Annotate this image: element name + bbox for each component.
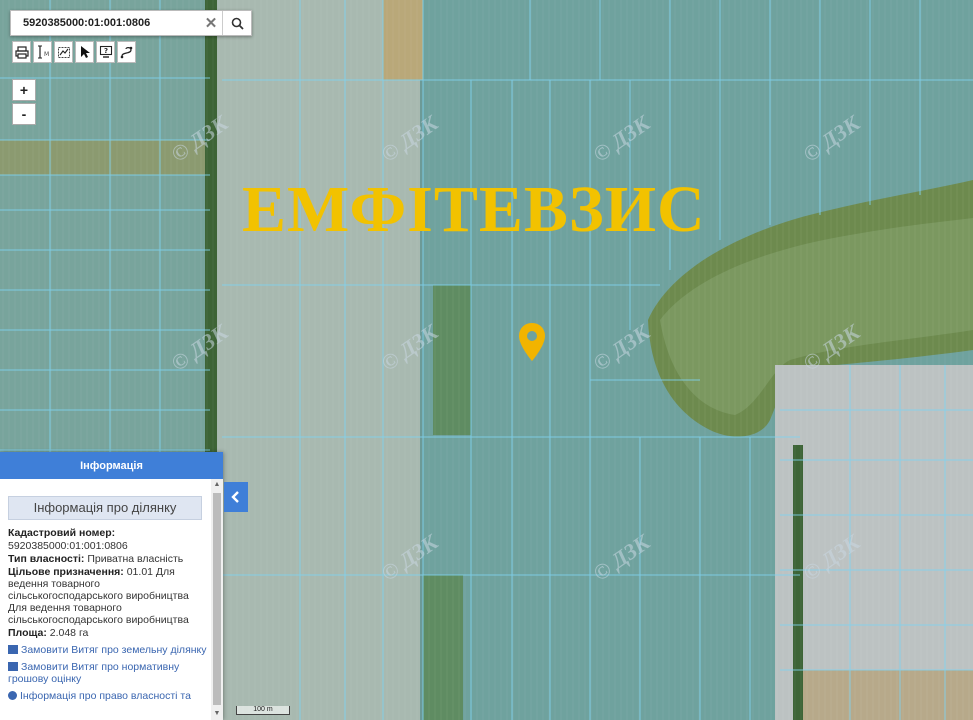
- scroll-up-arrow[interactable]: ▲: [211, 479, 223, 491]
- zoom-in-button[interactable]: +: [12, 79, 36, 101]
- ownership-value: Приватна власність: [87, 553, 184, 565]
- document-icon: [8, 645, 18, 654]
- pointer-icon: [80, 46, 90, 58]
- location-pin-icon[interactable]: [518, 322, 546, 362]
- search-button[interactable]: [222, 11, 251, 35]
- cadastral-value: 5920385000:01:001:0806: [8, 540, 128, 552]
- map-toolbar: M ?: [12, 41, 136, 63]
- document-icon: [8, 662, 18, 671]
- svg-text:?: ?: [104, 47, 108, 55]
- pointer-button[interactable]: [75, 41, 94, 63]
- section-title: Інформація про ділянку: [8, 496, 202, 520]
- ownership-row: Тип власності: Приватна власність: [8, 553, 210, 565]
- info-panel: Інформація Інформація про ділянку Кадаст…: [0, 452, 223, 720]
- info-circle-icon: [8, 691, 17, 700]
- scroll-down-arrow[interactable]: ▼: [211, 708, 223, 720]
- select-area-button[interactable]: [54, 41, 73, 63]
- area-row: Площа: 2.048 га: [8, 627, 210, 639]
- purpose-row: Цільове призначення: 01.01 Для ведення т…: [8, 566, 210, 626]
- panel-header: Інформація: [0, 452, 223, 479]
- svg-text:M: M: [44, 51, 49, 58]
- select-area-icon: [57, 47, 70, 58]
- banner-title: ЕМФІТЕВЗИС: [242, 173, 706, 246]
- zoom-out-button[interactable]: -: [12, 103, 36, 125]
- info-button[interactable]: ?: [96, 41, 115, 63]
- ownership-info-link[interactable]: Інформація про право власності та: [8, 690, 210, 702]
- area-label: Площа:: [8, 627, 47, 639]
- cadastral-label: Кадастровий номер:: [8, 527, 116, 539]
- ownership-label: Тип власності:: [8, 553, 85, 565]
- order-valuation-label: Замовити Витяг про нормативну грошову оц…: [8, 661, 180, 685]
- print-icon: [14, 45, 29, 59]
- ownership-info-label: Інформація про право власності та: [20, 690, 191, 702]
- order-extract-link[interactable]: Замовити Витяг про земельну ділянку: [8, 644, 210, 656]
- route-icon: [120, 46, 132, 59]
- order-extract-label: Замовити Витяг про земельну ділянку: [21, 644, 207, 656]
- collapse-panel-button[interactable]: [224, 482, 248, 512]
- measure-button[interactable]: M: [33, 41, 52, 63]
- scroll-thumb[interactable]: [213, 493, 221, 705]
- order-valuation-link[interactable]: Замовити Витяг про нормативну грошову оц…: [8, 661, 210, 685]
- purpose-label: Цільове призначення:: [8, 566, 124, 578]
- search-bar: ✕: [10, 10, 252, 36]
- scale-bar: 100 m: [236, 706, 290, 715]
- print-button[interactable]: [12, 41, 31, 63]
- panel-scrollbar[interactable]: ▲ ▼: [211, 479, 223, 720]
- area-value: 2.048 га: [49, 627, 89, 639]
- measure-icon: M: [37, 45, 49, 59]
- close-icon[interactable]: ✕: [200, 14, 222, 32]
- info-icon: ?: [99, 45, 112, 58]
- chevron-left-icon: [231, 491, 239, 503]
- panel-body[interactable]: Інформація про ділянку Кадастровий номер…: [0, 479, 210, 720]
- search-icon: [231, 17, 244, 30]
- route-button[interactable]: [117, 41, 136, 63]
- search-input[interactable]: [11, 12, 200, 34]
